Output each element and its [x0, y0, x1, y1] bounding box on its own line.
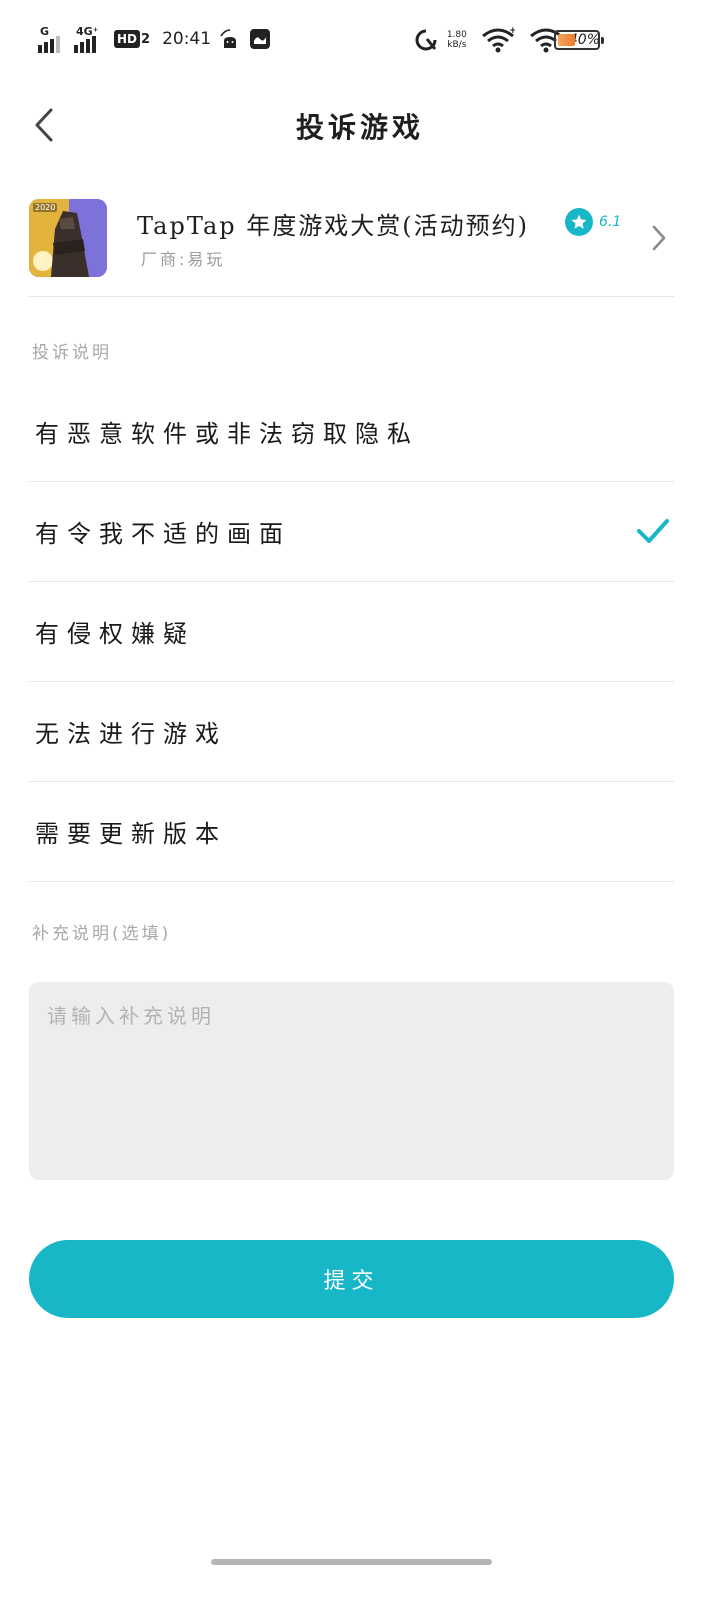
supplement-input[interactable] [29, 982, 674, 1180]
game-icon-badge: 2020 [33, 203, 58, 212]
game-icon: 2020 [29, 199, 107, 277]
game-card[interactable]: 2020 TapTap 年度游戏大赏(活动预约) 6.1 厂商:易玩 [29, 196, 674, 297]
signal-sim1-icon: G [38, 25, 68, 53]
option-label: 有侵权嫌疑 [35, 620, 195, 648]
speed-value: 1.80 [446, 30, 467, 40]
complaint-options: 有恶意软件或非法窃取隐私 有令我不适的画面 有侵权嫌疑 无法进行游戏 需要更新版… [29, 382, 674, 882]
complaint-option[interactable]: 需要更新版本 [29, 782, 674, 882]
network-speed: 1.80 kB/s [447, 30, 467, 50]
submit-button[interactable]: 提交 [29, 1240, 674, 1318]
rating-value: 6.1 [599, 214, 622, 230]
game-name: TapTap 年度游戏大赏(活动预约) [137, 212, 529, 240]
game-rating: 6.1 [565, 208, 621, 236]
home-indicator[interactable] [211, 1559, 492, 1565]
game-detail-chevron[interactable] [644, 220, 674, 256]
android-debug-icon [220, 29, 237, 48]
supplement-section-label: 补充说明(选填) [32, 924, 172, 944]
wifi-1-icon: + [481, 27, 515, 53]
star-icon [565, 208, 593, 236]
option-label: 需要更新版本 [35, 820, 227, 848]
option-label: 有恶意软件或非法窃取隐私 [35, 420, 419, 448]
option-label: 有令我不适的画面 [35, 520, 291, 548]
checkmark-icon [637, 519, 669, 543]
page-title: 投诉游戏 [295, 111, 424, 144]
hd-voice-icon: HD 2 [114, 30, 150, 48]
status-left: G 4G⁺ HD 2 20:41 [38, 24, 271, 54]
hd-label: HD [114, 30, 141, 48]
data-saver-icon [415, 29, 437, 51]
option-label: 无法进行游戏 [35, 720, 227, 748]
speed-unit: kB/s [447, 40, 467, 50]
notification-app-icon [250, 29, 271, 49]
complaint-option[interactable]: 有侵权嫌疑 [29, 582, 674, 682]
hd-sub-label: 2 [141, 31, 151, 47]
game-vendor: 厂商:易玩 [141, 250, 226, 269]
complaint-section-label: 投诉说明 [32, 343, 112, 363]
complaint-option[interactable]: 无法进行游戏 [29, 682, 674, 782]
svg-text:+: + [509, 27, 515, 36]
clock: 20:41 [162, 29, 212, 49]
complaint-option[interactable]: 有令我不适的画面 [29, 482, 674, 582]
app-header: 投诉游戏 [0, 90, 720, 160]
battery-fill [558, 34, 575, 46]
complaint-option[interactable]: 有恶意软件或非法窃取隐私 [29, 382, 674, 482]
signal-sim2-icon: 4G⁺ [74, 25, 104, 53]
status-bar: G 4G⁺ HD 2 20:41 1.80 kB/s + 40% [0, 0, 720, 80]
battery-icon [554, 30, 604, 50]
chevron-right-icon [652, 225, 666, 251]
